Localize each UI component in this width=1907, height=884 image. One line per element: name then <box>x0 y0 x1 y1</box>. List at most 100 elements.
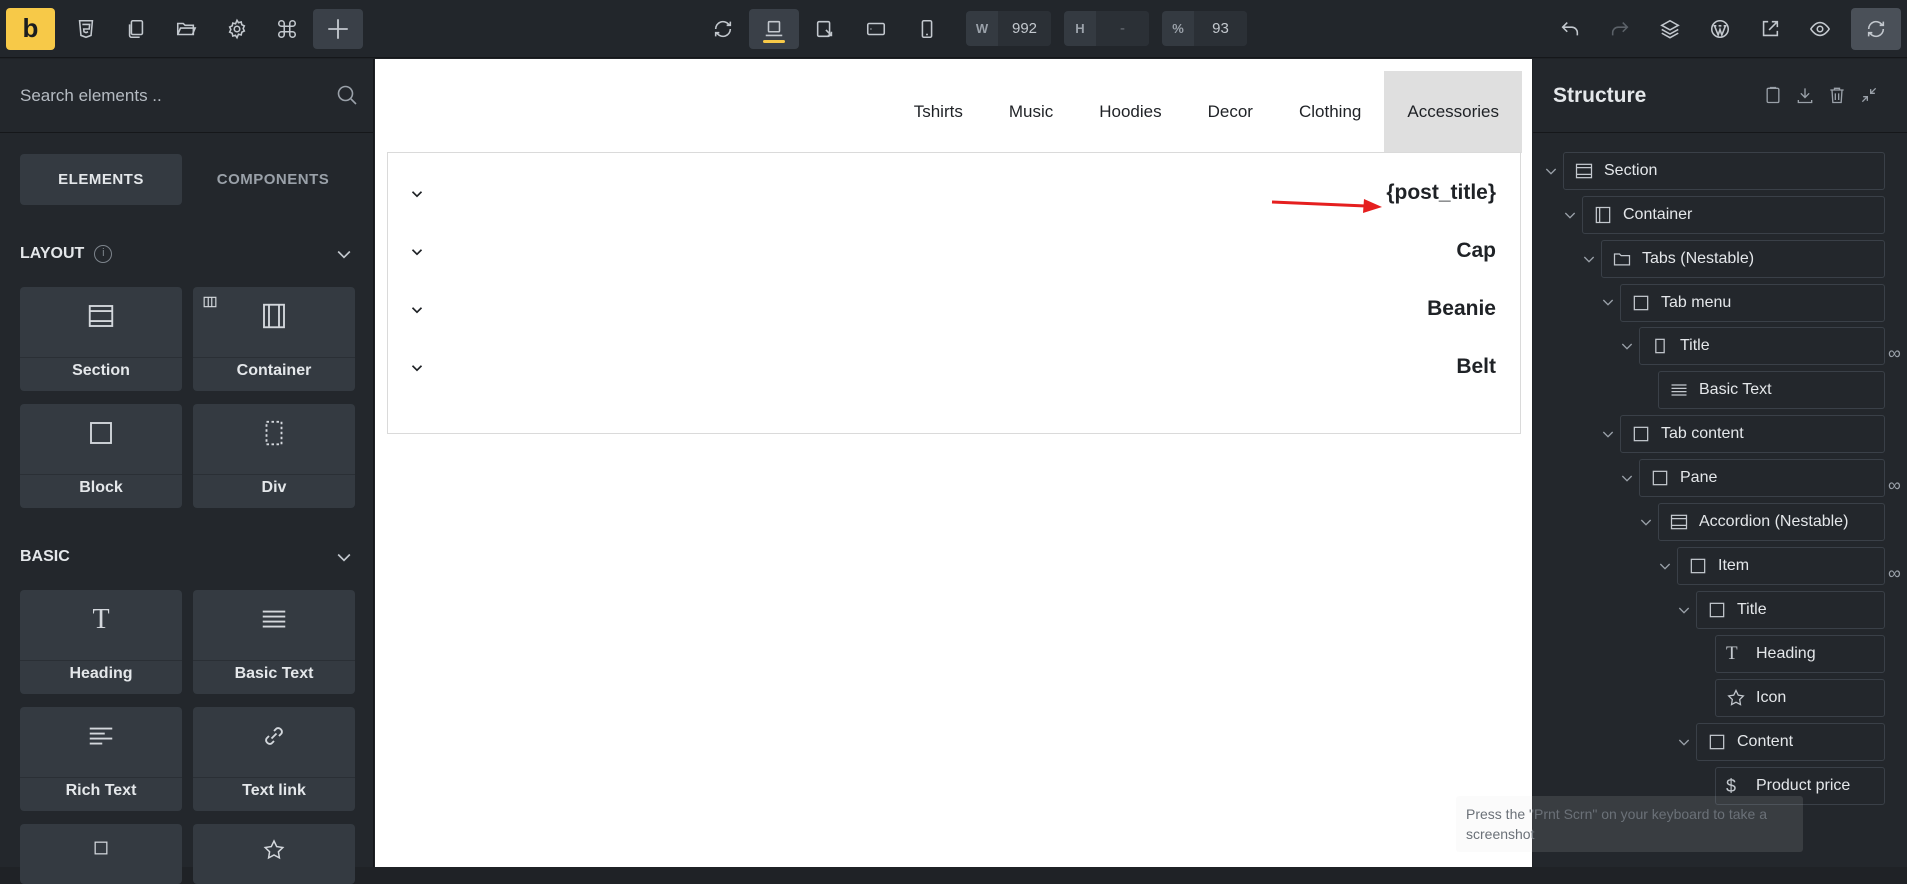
element-section[interactable]: Section <box>20 287 182 391</box>
element-rich-text[interactable]: Rich Text <box>20 707 182 811</box>
folder-open-icon[interactable] <box>168 12 204 46</box>
container-icon <box>1593 205 1613 225</box>
chevron-down-icon[interactable] <box>408 301 428 321</box>
layout-category[interactable]: LAYOUT i <box>20 239 354 269</box>
element-heading[interactable]: T Heading <box>20 590 182 694</box>
element-label: Container <box>236 362 312 379</box>
zoom-value[interactable]: 93 <box>1194 11 1247 46</box>
nav-decor[interactable]: Decor <box>1185 71 1276 153</box>
tree-node-pane[interactable]: Pane <box>1639 459 1885 497</box>
info-icon[interactable]: i <box>94 245 113 263</box>
chevron-down-icon[interactable] <box>1562 207 1578 223</box>
link-icon[interactable]: ∞ <box>1888 344 1907 362</box>
tree-node-heading[interactable]: T Heading <box>1715 635 1885 673</box>
height-value[interactable]: - <box>1096 11 1149 46</box>
nav-accessories[interactable]: Accessories <box>1384 71 1522 153</box>
chevron-down-icon[interactable] <box>1638 514 1654 530</box>
tree-node-content[interactable]: Content <box>1696 723 1885 761</box>
element-div[interactable]: Div <box>193 404 355 508</box>
tree-node-label: Content <box>1737 733 1794 750</box>
chevron-down-icon[interactable] <box>1619 470 1635 486</box>
tree-node-label: Container <box>1623 206 1693 223</box>
chevron-down-icon[interactable] <box>1657 558 1673 574</box>
tab-components[interactable]: COMPONENTS <box>192 154 354 205</box>
tree-node-title[interactable]: Title <box>1639 327 1885 365</box>
chevron-down-icon[interactable] <box>1600 294 1616 310</box>
tree-node-title[interactable]: Title <box>1696 591 1885 629</box>
tree-node-tab-content[interactable]: Tab content <box>1620 415 1885 453</box>
chevron-down-icon[interactable] <box>1676 734 1692 750</box>
nav-tshirts[interactable]: Tshirts <box>891 71 986 153</box>
wordpress-icon[interactable] <box>1702 12 1738 46</box>
zoom-field[interactable]: % 93 <box>1162 11 1247 46</box>
section-icon <box>1669 512 1689 532</box>
tree-node-basic-text[interactable]: Basic Text <box>1658 371 1885 409</box>
preview-eye-icon[interactable] <box>1802 12 1838 46</box>
chevron-down-icon[interactable] <box>408 359 428 379</box>
element-icon[interactable] <box>193 824 355 884</box>
chevron-down-icon[interactable] <box>1581 251 1597 267</box>
trash-icon[interactable] <box>1827 85 1849 107</box>
tree-node-icon[interactable]: Icon <box>1715 679 1885 717</box>
nav-hoodies[interactable]: Hoodies <box>1076 71 1184 153</box>
refresh-icon[interactable] <box>705 12 741 46</box>
element-text-link[interactable]: Text link <box>193 707 355 811</box>
redo-icon[interactable] <box>1602 12 1638 46</box>
bricks-logo[interactable]: b <box>6 8 55 50</box>
undo-icon[interactable] <box>1552 12 1588 46</box>
external-link-icon[interactable] <box>1752 12 1788 46</box>
nav-clothing[interactable]: Clothing <box>1276 71 1384 153</box>
tree-node-label: Section <box>1604 162 1658 179</box>
accordion-item[interactable]: Belt <box>388 339 1520 397</box>
search-icon[interactable] <box>335 83 361 109</box>
clipboard-icon[interactable] <box>1763 85 1785 107</box>
screenshot-tooltip: Press the "Prnt Scrn" on your keyboard t… <box>1456 796 1803 852</box>
width-field[interactable]: W 992 <box>966 11 1051 46</box>
lines-icon <box>193 604 355 636</box>
save-sync-button[interactable] <box>1851 8 1901 50</box>
download-icon[interactable] <box>1795 85 1817 107</box>
tree-node-section[interactable]: Section <box>1563 152 1885 190</box>
accordion-item[interactable]: Beanie <box>388 281 1520 339</box>
lines-icon <box>1669 380 1689 400</box>
width-value[interactable]: 992 <box>998 11 1051 46</box>
command-icon[interactable] <box>269 12 305 46</box>
chevron-down-icon[interactable] <box>408 243 428 263</box>
add-element-button[interactable] <box>313 9 363 49</box>
link-icon[interactable]: ∞ <box>1888 476 1907 494</box>
search-elements-input[interactable] <box>20 79 320 113</box>
chevron-down-icon[interactable] <box>334 244 354 264</box>
chevron-down-icon[interactable] <box>1600 426 1616 442</box>
chevron-down-icon[interactable] <box>1619 338 1635 354</box>
element-square[interactable] <box>20 824 182 884</box>
chevron-down-icon[interactable] <box>1676 602 1692 618</box>
accordion-item[interactable]: Cap <box>388 223 1520 281</box>
chevron-down-icon[interactable] <box>1543 163 1559 179</box>
height-field[interactable]: H - <box>1064 11 1149 46</box>
tree-node-tab-menu[interactable]: Tab menu <box>1620 284 1885 322</box>
tab-elements[interactable]: ELEMENTS <box>20 154 182 205</box>
pages-icon[interactable] <box>118 12 154 46</box>
link-icon[interactable]: ∞ <box>1888 564 1907 582</box>
basic-category[interactable]: BASIC <box>20 542 354 572</box>
tree-node-container[interactable]: Container <box>1582 196 1885 234</box>
desktop-breakpoint-icon[interactable] <box>749 9 799 49</box>
nav-music[interactable]: Music <box>986 71 1076 153</box>
tablet-landscape-icon[interactable] <box>807 12 843 46</box>
tree-node-accordion[interactable]: Accordion (Nestable) <box>1658 503 1885 541</box>
tree-node-tabs[interactable]: Tabs (Nestable) <box>1601 240 1885 278</box>
settings-gear-icon[interactable] <box>219 12 255 46</box>
block-icon <box>1707 732 1727 752</box>
chevron-down-icon[interactable] <box>334 547 354 567</box>
layers-icon[interactable] <box>1652 12 1688 46</box>
css3-icon[interactable] <box>68 12 104 46</box>
chevron-down-icon[interactable] <box>408 185 428 205</box>
element-block[interactable]: Block <box>20 404 182 508</box>
collapse-icon[interactable] <box>1859 85 1881 107</box>
tablet-icon[interactable] <box>858 12 894 46</box>
element-container[interactable]: Container <box>193 287 355 391</box>
height-label: H <box>1075 21 1085 36</box>
element-basic-text[interactable]: Basic Text <box>193 590 355 694</box>
mobile-icon[interactable] <box>909 12 945 46</box>
tree-node-item[interactable]: Item <box>1677 547 1885 585</box>
